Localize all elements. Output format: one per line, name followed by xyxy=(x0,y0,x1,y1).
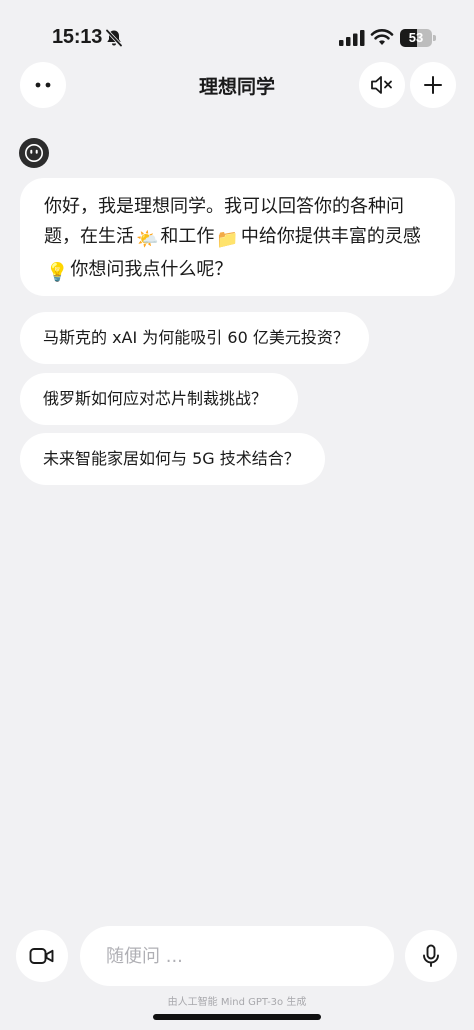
video-call-button[interactable] xyxy=(16,930,68,982)
plus-icon xyxy=(424,76,442,94)
microphone-icon xyxy=(423,944,439,967)
greeting-text-2: 和工作 xyxy=(160,226,215,247)
new-chat-button[interactable] xyxy=(410,62,456,108)
greeting-text-3: 中给你提供丰富的灵感 xyxy=(240,226,421,247)
home-indicator xyxy=(153,1014,321,1020)
nav-bar: 理想同学 xyxy=(0,62,474,108)
bell-slash-icon xyxy=(105,29,123,47)
mute-button[interactable] xyxy=(359,62,405,108)
assistant-avatar xyxy=(19,138,49,168)
suggestion-chip[interactable]: 未来智能家居如何与 5G 技术结合？ xyxy=(20,433,325,485)
ai-generated-note: 由人工智能 Mind GPT-3o 生成 xyxy=(167,997,307,1008)
video-camera-icon xyxy=(29,948,54,964)
cellular-signal-icon xyxy=(339,30,365,46)
message-input-container xyxy=(80,926,394,986)
suggestion-chip[interactable]: 马斯克的 xAI 为何能吸引 60 亿美元投资？ xyxy=(20,312,369,364)
voice-input-button[interactable] xyxy=(405,930,457,982)
folder-emoji: 📁 xyxy=(216,229,239,250)
battery-icon: 53 xyxy=(400,29,432,47)
status-time: 15:13 xyxy=(52,26,103,48)
speaker-muted-icon xyxy=(371,76,392,94)
lightbulb-emoji: 💡 xyxy=(46,262,69,283)
sun-cloud-emoji: 🌤️ xyxy=(136,229,159,250)
battery-cap xyxy=(433,35,436,41)
message-input[interactable] xyxy=(104,944,370,968)
greeting-message: 你好，我是理想同学。我可以回答你的各种问题，在生活 🌤️ 和工作 📁 中给你提供丰富的灵… xyxy=(20,178,455,296)
greeting-text-4: 你想问我点什么呢？ xyxy=(70,259,233,280)
wifi-icon xyxy=(370,29,394,45)
battery-percent: 53 xyxy=(408,30,424,45)
robot-face-icon xyxy=(25,144,43,162)
suggestion-chip[interactable]: 俄罗斯如何应对芯片制裁挑战？ xyxy=(20,373,298,425)
